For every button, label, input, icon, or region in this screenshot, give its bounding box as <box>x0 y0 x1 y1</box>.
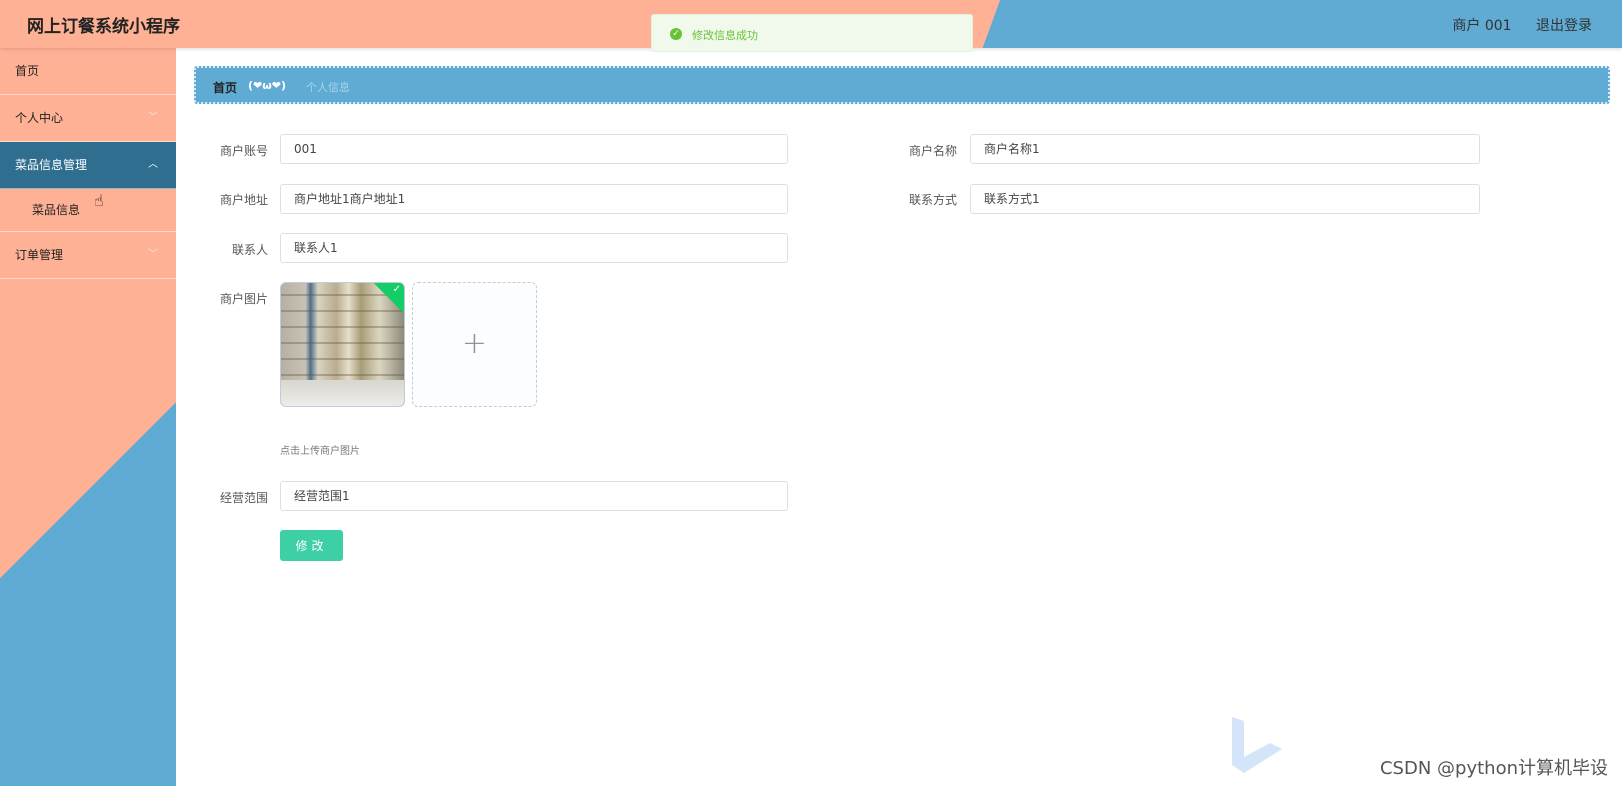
name-input[interactable]: 商户名称1 <box>970 134 1480 164</box>
header-user-area: 商户 001 退出登录 <box>1432 15 1592 35</box>
logout-link[interactable]: 退出登录 <box>1536 18 1592 34</box>
chevron-up-icon: ︿ <box>148 159 158 170</box>
person-input[interactable]: 联系人1 <box>280 233 788 263</box>
toast-message: 修改信息成功 <box>692 29 758 42</box>
sidebar-item-personal-center[interactable]: 个人中心 ﹀ <box>0 95 176 142</box>
upload-add-button[interactable]: + <box>412 282 537 407</box>
contact-label: 联系方式 <box>908 193 957 207</box>
name-label: 商户名称 <box>908 144 957 158</box>
chevron-down-icon: ﹀ <box>148 249 158 260</box>
scope-label: 经营范围 <box>219 491 268 505</box>
watermark-text: CSDN @python计算机毕设 <box>1379 758 1608 779</box>
address-input[interactable]: 商户地址1商户地址1 <box>280 184 788 214</box>
submit-button[interactable]: 修改 <box>280 530 343 561</box>
upload-hint: 点击上传商户图片 <box>280 446 360 457</box>
check-icon: ✓ <box>392 284 401 295</box>
sidebar: 首页 个人中心 ﹀ 菜品信息管理 ︿ 菜品信息 订单管理 ﹀ <box>0 48 176 786</box>
sidebar-item-label: 首页 <box>15 64 40 78</box>
sidebar-item-label: 个人中心 <box>15 111 64 125</box>
hand-cursor-icon: ☝ <box>94 191 104 210</box>
breadcrumb-home[interactable]: 首页 <box>213 79 237 96</box>
chevron-down-icon: ﹀ <box>148 112 158 123</box>
sidebar-subitem-label: 菜品信息 <box>32 203 81 217</box>
uploaded-image-thumbnail[interactable]: ✓ <box>280 282 405 407</box>
bing-logo-icon <box>1232 717 1282 773</box>
sidebar-item-label: 订单管理 <box>15 248 64 262</box>
account-input[interactable]: 001 <box>280 134 788 164</box>
person-label: 联系人 <box>231 243 268 257</box>
success-toast: ✓ 修改信息成功 <box>651 14 973 52</box>
image-label: 商户图片 <box>219 292 268 306</box>
current-user-label: 商户 001 <box>1452 18 1512 34</box>
sidebar-item-dish-management[interactable]: 菜品信息管理 ︿ <box>0 142 176 189</box>
sidebar-item-home[interactable]: 首页 <box>0 48 176 95</box>
breadcrumb: 首页 (❤ω❤) 个人信息 <box>194 66 1610 104</box>
contact-input[interactable]: 联系方式1 <box>970 184 1480 214</box>
sidebar-subitem-dish-info[interactable]: 菜品信息 <box>0 189 176 232</box>
sidebar-item-order-management[interactable]: 订单管理 ﹀ <box>0 232 176 279</box>
address-label: 商户地址 <box>219 193 268 207</box>
scope-input[interactable]: 经营范围1 <box>280 481 788 511</box>
success-check-icon: ✓ <box>670 28 682 40</box>
plus-icon: + <box>461 325 488 361</box>
sidebar-item-label: 菜品信息管理 <box>15 158 88 172</box>
breadcrumb-current: 个人信息 <box>306 81 350 94</box>
store-floor-image <box>281 380 404 406</box>
app-title: 网上订餐系统小程序 <box>27 17 180 37</box>
account-label: 商户账号 <box>219 144 268 158</box>
breadcrumb-separator: (❤ω❤) <box>248 79 287 92</box>
